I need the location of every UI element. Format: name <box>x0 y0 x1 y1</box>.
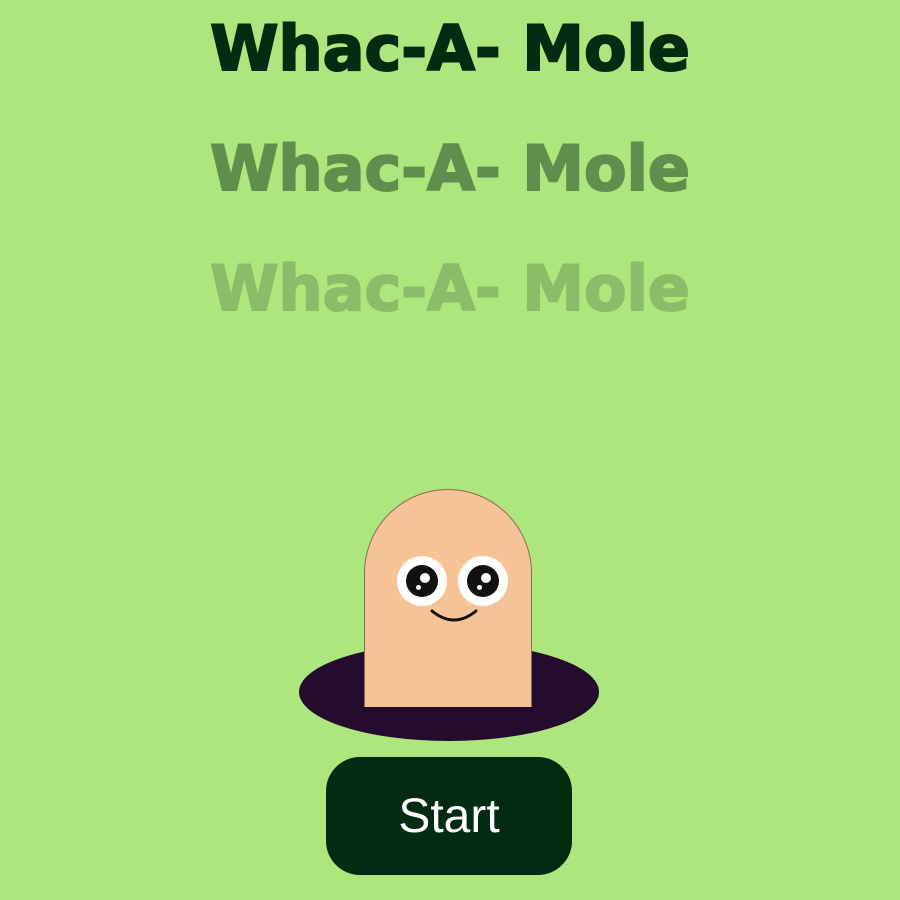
left-pupil <box>406 565 438 597</box>
mole-character[interactable] <box>364 489 532 707</box>
left-eye-glint <box>420 573 430 583</box>
right-eye-glint-small <box>477 585 482 590</box>
smile-mouth <box>430 609 478 622</box>
start-button[interactable]: Start <box>326 757 572 875</box>
mole-container <box>300 470 600 707</box>
game-title-echo-1: Whac-A- Mole <box>209 132 691 205</box>
left-eye <box>397 556 447 606</box>
right-eye-glint <box>481 573 491 583</box>
game-title: Whac-A- Mole <box>209 12 691 85</box>
right-pupil <box>467 565 499 597</box>
right-eye <box>458 556 508 606</box>
game-title-echo-2: Whac-A- Mole <box>209 252 691 325</box>
game-screen: Whac-A- Mole Whac-A- Mole Whac-A- Mole S… <box>0 0 900 900</box>
left-eye-glint-small <box>416 585 421 590</box>
